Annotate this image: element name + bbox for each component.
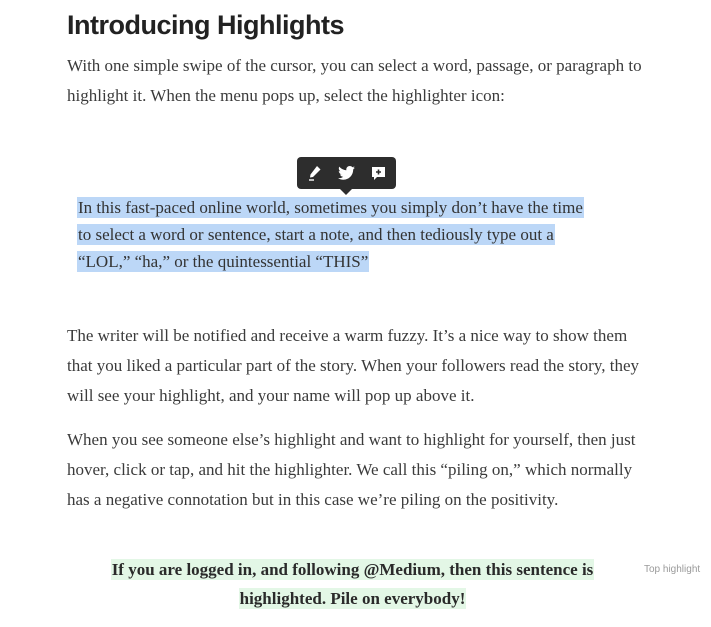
highlight-toolbar <box>297 157 396 195</box>
paragraph-notify: The writer will be notified and receive … <box>67 326 639 405</box>
paragraph-piling-on: When you see someone else’s highlight an… <box>67 430 636 509</box>
selected-line-2: to select a word or sentence, start a no… <box>78 225 554 244</box>
article-title: Introducing Highlights <box>67 10 344 40</box>
highlighter-icon[interactable] <box>306 164 324 182</box>
top-highlight-line-1: If you are logged in, and following @Med… <box>111 560 594 579</box>
twitter-icon[interactable] <box>338 164 356 182</box>
top-highlight-passage[interactable]: If you are logged in, and following @Med… <box>80 555 625 613</box>
selected-line-3: “LOL,” “ha,” or the quintessential “THIS… <box>78 252 369 271</box>
respond-icon[interactable] <box>370 164 388 182</box>
intro-paragraph: With one simple swipe of the cursor, you… <box>67 56 642 105</box>
selected-passage[interactable]: In this fast-paced online world, sometim… <box>78 194 638 275</box>
top-highlight-label: Top highlight <box>644 564 701 575</box>
selected-line-1: In this fast-paced online world, sometim… <box>78 198 583 217</box>
top-highlight-line-2: highlighted. Pile on everybody! <box>239 589 466 608</box>
